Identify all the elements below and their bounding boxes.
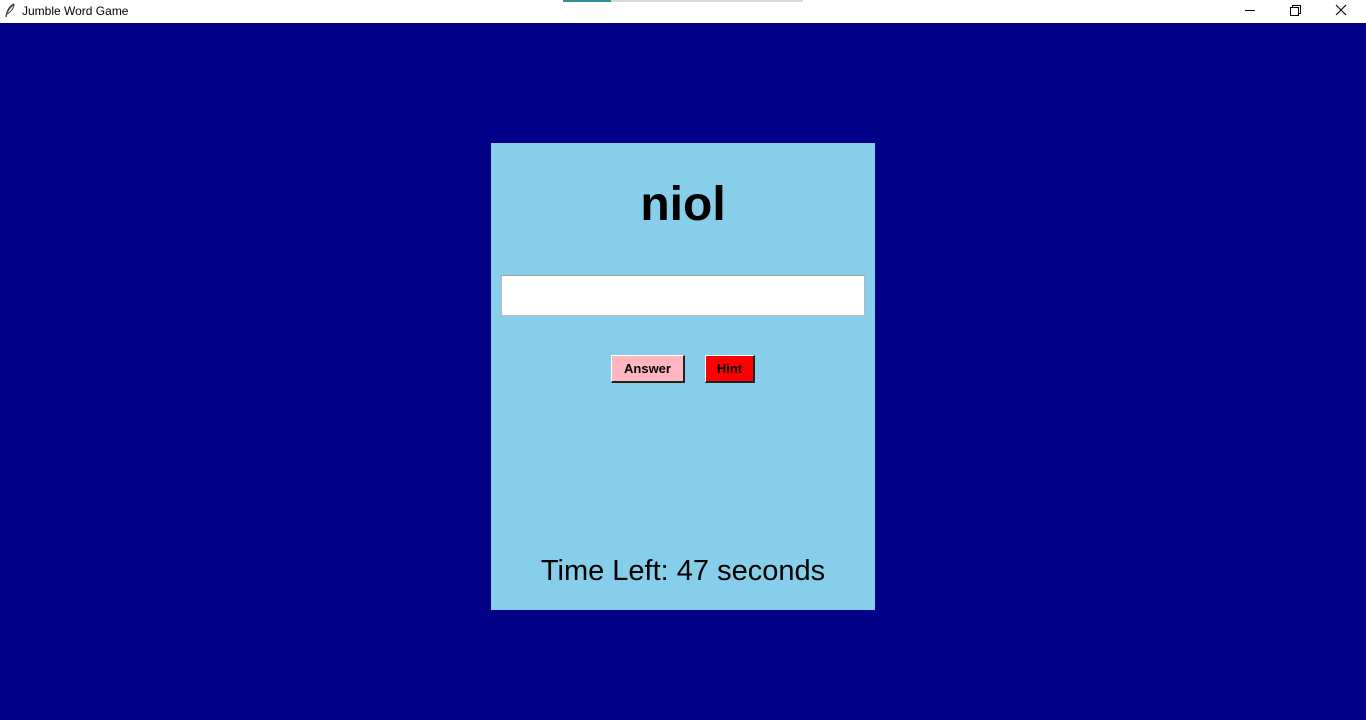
restore-button[interactable] — [1272, 0, 1318, 22]
time-left-label: Time Left: 47 seconds — [540, 555, 826, 587]
taskbar-progress-bar — [563, 0, 803, 2]
minimize-button[interactable] — [1227, 0, 1273, 22]
taskbar-progress-fill — [563, 0, 611, 2]
hint-button[interactable]: Hint — [705, 355, 755, 383]
feather-icon — [4, 3, 16, 19]
title-bar[interactable]: Jumble Word Game — [0, 0, 1366, 23]
app-window: Jumble Word Game niol Answer Hint Time L… — [0, 0, 1366, 720]
close-button[interactable] — [1318, 0, 1364, 22]
answer-button[interactable]: Answer — [611, 355, 685, 383]
window-title: Jumble Word Game — [22, 4, 129, 18]
restore-icon — [1290, 5, 1301, 16]
scrambled-word-label: niol — [640, 178, 726, 231]
answer-input[interactable] — [501, 275, 865, 316]
minimize-icon — [1245, 10, 1255, 11]
close-icon — [1335, 4, 1347, 16]
